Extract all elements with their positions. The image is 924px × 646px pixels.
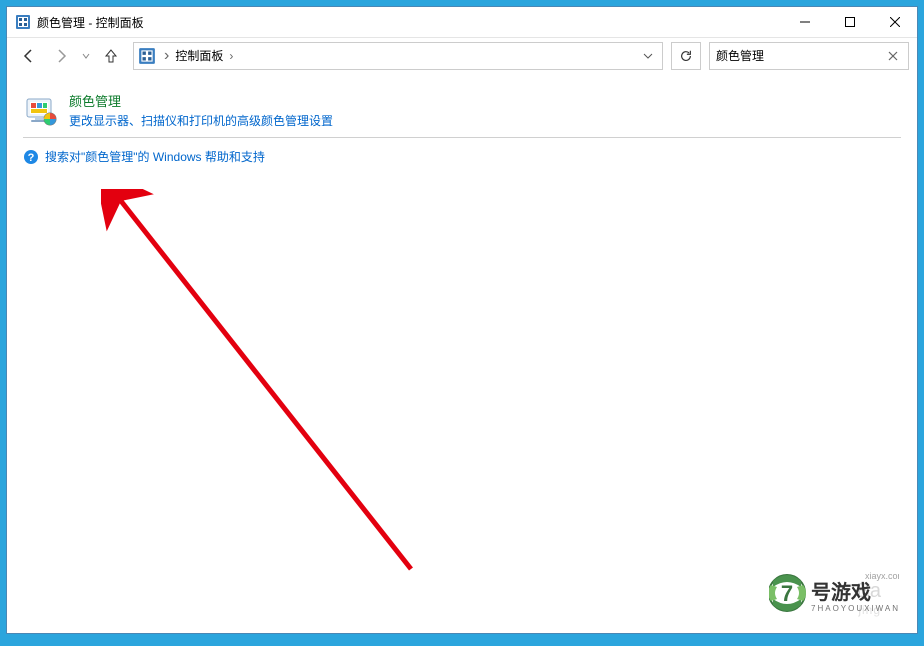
svg-text:7: 7 bbox=[781, 581, 793, 606]
result-title-link[interactable]: 颜色管理 bbox=[69, 91, 333, 110]
arrow-annotation bbox=[101, 189, 431, 589]
help-icon: ? bbox=[23, 149, 39, 165]
history-dropdown[interactable] bbox=[79, 42, 93, 70]
navigation-bar: › 控制面板 › bbox=[7, 37, 917, 73]
up-button[interactable] bbox=[97, 42, 125, 70]
address-dropdown[interactable] bbox=[638, 43, 658, 69]
search-box[interactable] bbox=[709, 42, 909, 70]
search-result: 颜色管理 更改显示器、扫描仪和打印机的高级颜色管理设置 bbox=[23, 91, 901, 129]
help-row: ? 搜索对"颜色管理"的 Windows 帮助和支持 bbox=[23, 148, 901, 165]
clear-search-button[interactable] bbox=[884, 47, 902, 65]
maximize-button[interactable] bbox=[827, 7, 872, 37]
refresh-button[interactable] bbox=[671, 42, 701, 70]
result-description-link[interactable]: 更改显示器、扫描仪和打印机的高级颜色管理设置 bbox=[69, 112, 333, 129]
close-icon bbox=[888, 51, 898, 61]
chevron-right-icon: › bbox=[227, 49, 235, 63]
chevron-right-icon: › bbox=[162, 47, 171, 65]
control-panel-icon bbox=[138, 47, 156, 65]
background-watermark: Ba jing bbox=[857, 580, 881, 617]
control-panel-icon bbox=[15, 14, 31, 30]
window-controls bbox=[782, 7, 917, 37]
forward-button[interactable] bbox=[47, 42, 75, 70]
address-bar[interactable]: › 控制面板 › bbox=[133, 42, 663, 70]
close-button[interactable] bbox=[872, 7, 917, 37]
window-title: 颜色管理 - 控制面板 bbox=[37, 14, 782, 31]
titlebar: 颜色管理 - 控制面板 bbox=[7, 7, 917, 37]
svg-text:xiayx.com: xiayx.com bbox=[865, 571, 899, 581]
minimize-button[interactable] bbox=[782, 7, 827, 37]
divider bbox=[23, 137, 901, 138]
search-input[interactable] bbox=[716, 49, 884, 63]
svg-text:?: ? bbox=[28, 152, 35, 164]
content-area: 颜色管理 更改显示器、扫描仪和打印机的高级颜色管理设置 ? 搜索对"颜色管理"的… bbox=[7, 73, 917, 633]
color-management-icon bbox=[23, 93, 59, 129]
site-logo-watermark: 7 号游戏 7HAOYOUXIWANG xiayx.com bbox=[769, 565, 899, 621]
help-link[interactable]: 搜索对"颜色管理"的 Windows 帮助和支持 bbox=[45, 148, 265, 165]
breadcrumb-item[interactable]: 控制面板 bbox=[171, 45, 227, 66]
control-panel-window: 颜色管理 - 控制面板 bbox=[6, 6, 918, 634]
refresh-icon bbox=[679, 49, 693, 63]
svg-text:7HAOYOUXIWANG: 7HAOYOUXIWANG bbox=[811, 604, 899, 613]
svg-text:号游戏: 号游戏 bbox=[811, 580, 871, 604]
breadcrumb: 控制面板 › bbox=[171, 45, 638, 66]
result-text: 颜色管理 更改显示器、扫描仪和打印机的高级颜色管理设置 bbox=[69, 91, 333, 129]
back-button[interactable] bbox=[15, 42, 43, 70]
